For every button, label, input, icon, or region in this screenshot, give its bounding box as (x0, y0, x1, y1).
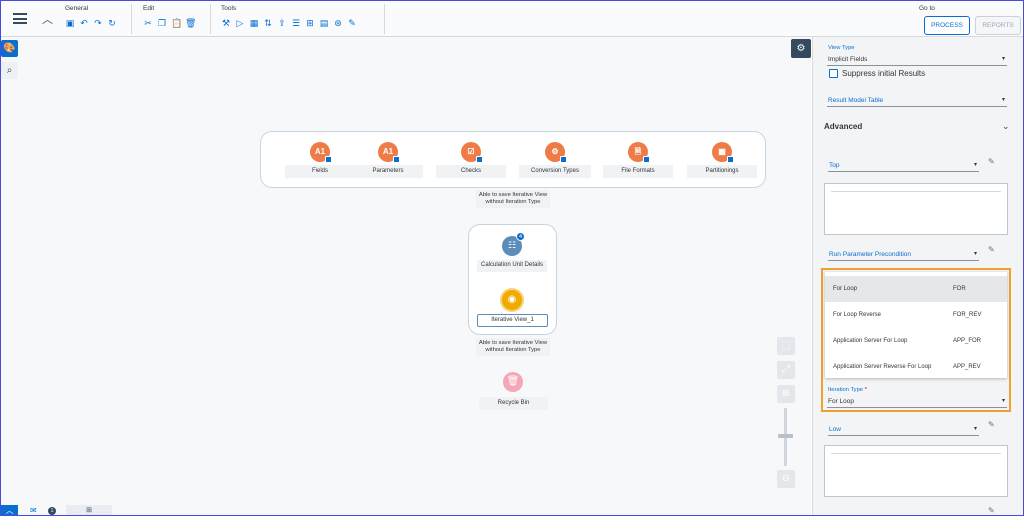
play-icon[interactable]: ▷ (235, 19, 245, 29)
dropdown-option[interactable]: For Loop FOR (825, 276, 1007, 302)
dropdown-caret-icon: ▾ (1001, 97, 1005, 103)
toolbar-group-label: Tools (221, 5, 237, 12)
list-icon[interactable]: ☰ (291, 19, 301, 29)
copy-icon[interactable]: ❐ (157, 19, 167, 29)
partitionings-icon: ▦ (712, 142, 734, 163)
dropdown-caret-icon: ▾ (1001, 398, 1005, 404)
dropdown-caret-icon: ▾ (1001, 56, 1005, 62)
undo-icon[interactable]: ↶ (79, 19, 89, 29)
checks-icon: ☑ (461, 142, 483, 163)
edit-pencil-icon[interactable]: ✎ (988, 506, 995, 515)
low-textarea[interactable] (824, 445, 1008, 497)
result-model-table-select[interactable]: Result Model Table ▾ (827, 95, 1007, 107)
magic-wand-icon[interactable]: ⚒ (221, 19, 231, 29)
dropdown-caret-icon: ▾ (973, 162, 977, 168)
suppress-results-label: Suppress initial Results (842, 69, 926, 78)
reports-button[interactable]: REPORTS (975, 16, 1021, 35)
dropdown-option[interactable]: Application Server For Loop APP_FOR (825, 328, 1007, 354)
edit-pencil-icon[interactable]: ✎ (988, 245, 995, 254)
fields-icon: A1 (310, 142, 332, 163)
expand-up-icon[interactable]: ︿ (1, 505, 18, 516)
chevron-down-icon[interactable]: ⌄ (1002, 121, 1010, 132)
node-label: Partitionings (687, 165, 757, 178)
run-parameter-precondition-select[interactable]: Run Parameter Precondition ▾ (828, 249, 979, 261)
hierarchy-tab-icon[interactable]: ⊞ (66, 505, 112, 516)
dropdown-option[interactable]: Application Server Reverse For Loop APP_R… (825, 354, 1007, 380)
hierarchy-icon[interactable]: ⊞ (305, 19, 315, 29)
suppress-results-checkbox[interactable] (829, 69, 838, 78)
node-file-formats[interactable]: 🗎 File Formats (603, 142, 673, 178)
node-label: Conversion Types (519, 165, 591, 178)
file-formats-icon: 🗎 (628, 142, 650, 163)
sort-icon[interactable]: ⇅ (263, 19, 273, 29)
settings-sliders-icon[interactable]: ⚙ (791, 39, 811, 58)
delete-icon[interactable]: 🗑 (185, 19, 196, 29)
dropdown-option[interactable]: For Loop Reverse FOR_REV (825, 302, 1007, 328)
modeling-canvas[interactable] (1, 37, 811, 515)
toolbar-group-label: General (65, 5, 89, 12)
menu-icon[interactable] (13, 13, 27, 24)
calculation-count-badge: 4 (516, 232, 525, 241)
iteration-type-dropdown-list[interactable]: For Loop FOR For Loop Reverse FOR_REV Appl… (825, 272, 1007, 378)
search-settings-icon[interactable]: ⊛ (333, 19, 343, 29)
parameters-icon: A1 (378, 142, 400, 163)
save-icon[interactable]: ▣ (65, 19, 75, 29)
search-icon[interactable]: ⌕ (1, 62, 18, 79)
message-count-badge: 1 (48, 507, 56, 515)
advanced-section-title[interactable]: Advanced (824, 122, 862, 131)
redo-icon[interactable]: ↷ (93, 19, 103, 29)
annotation-note: Able to save Iterative View without Iter… (476, 338, 550, 356)
conversion-types-icon: ⚙ (545, 142, 567, 163)
collapse-toolbar-icon[interactable]: ︿ (42, 11, 53, 27)
toolbar: ︿ General ▣ ↶ ↷ ↻ Edit ✂ ❐ 📋 🗑 Tools ⚒ ▷… (1, 1, 1023, 37)
palette-icon[interactable]: 🎨 (1, 40, 18, 57)
node-parameters[interactable]: A1 Parameters (353, 142, 423, 178)
node-label: File Formats (603, 165, 673, 178)
fit-to-screen-icon[interactable]: ⬚ (777, 337, 795, 355)
eye-icon[interactable]: ◉ (500, 288, 524, 312)
node-fields[interactable]: A1 Fields (285, 142, 355, 178)
process-button[interactable]: PROCESS (924, 16, 970, 35)
iteration-type-label: Iteration Type * (828, 387, 867, 393)
refresh-icon[interactable]: ↻ (107, 19, 117, 29)
node-partitionings[interactable]: ▦ Partitionings (687, 142, 757, 178)
node-checks[interactable]: ☑ Checks (436, 142, 506, 178)
zoom-slider-handle[interactable] (778, 434, 793, 438)
view-type-label: View Type (828, 45, 855, 51)
recycle-bin-icon[interactable]: 🗑 (503, 372, 523, 392)
edit-pencil-icon[interactable]: ✎ (988, 157, 995, 166)
top-textarea[interactable] (824, 183, 1008, 235)
iterative-view-label[interactable]: Iterative View_1 (477, 314, 548, 327)
edit-pencil-icon[interactable]: ✎ (988, 420, 995, 429)
zoom-out-icon[interactable]: ⊖ (777, 470, 795, 488)
messages-icon[interactable]: ✉ (30, 506, 37, 515)
node-conversion-types[interactable]: ⚙ Conversion Types (519, 142, 591, 178)
dropdown-caret-icon: ▾ (973, 251, 977, 257)
toolbar-group-label: Edit (143, 5, 155, 12)
view-type-select[interactable]: Implicit Fields ▾ (827, 54, 1007, 66)
node-label: Parameters (353, 165, 423, 178)
expand-icon[interactable]: ⤢ (777, 361, 795, 379)
export-icon[interactable]: ⇪ (277, 19, 287, 29)
iteration-type-select[interactable]: For Loop ▾ (827, 396, 1007, 408)
low-select[interactable]: Low ▾ (828, 424, 979, 436)
calendar-icon[interactable]: ▤ (319, 19, 329, 29)
recycle-bin-label[interactable]: Recycle Bin (479, 397, 548, 410)
zoom-in-icon[interactable]: ⊕ (777, 385, 795, 403)
dropdown-caret-icon: ▾ (973, 426, 977, 432)
top-select[interactable]: Top ▾ (828, 160, 979, 172)
grid-icon[interactable]: ▦ (249, 19, 259, 29)
paste-icon[interactable]: 📋 (171, 19, 182, 29)
goto-label: Go to (919, 5, 935, 12)
node-label: Fields (285, 165, 355, 178)
cut-icon[interactable]: ✂ (143, 19, 153, 29)
calculation-unit-label[interactable]: Calculation Unit Details (477, 260, 547, 272)
brush-icon[interactable]: ✎ (347, 19, 357, 29)
node-label: Checks (436, 165, 506, 178)
annotation-note: Able to save Iterative View without Iter… (476, 190, 550, 208)
